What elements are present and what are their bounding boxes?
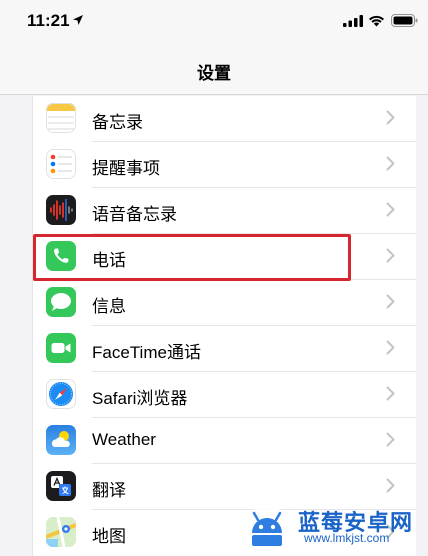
settings-row-facetime[interactable]: FaceTime通话 [33,326,416,372]
settings-row-messages[interactable]: 信息 [33,280,416,326]
status-time: 11:21 [27,11,70,30]
settings-row-label: 备忘录 [92,113,143,132]
highlight-annotation-box [33,234,351,281]
settings-row-label: 提醒事项 [92,159,160,178]
settings-list: 备忘录 提醒事项 语音备忘录 电话 信息 FaceTime通话 Safari浏览… [32,96,416,556]
chevron-right-icon [386,294,395,309]
translate-icon [46,471,76,501]
cellular-signal-icon [343,15,363,27]
settings-row-label: 语音备忘录 [92,205,177,224]
status-bar: 11:21 [0,0,428,44]
chevron-right-icon [386,248,395,263]
wifi-icon [369,15,384,27]
battery-icon [391,14,418,27]
maps-icon [46,517,76,547]
settings-row-voice-memos[interactable]: 语音备忘录 [33,188,416,234]
android-robot-logo-icon [245,505,289,549]
voice-memos-icon [46,195,76,225]
location-arrow-icon [73,15,83,25]
watermark: 蓝莓安卓网 www.lmkjst.com [238,498,428,552]
settings-row-label: 翻译 [92,481,126,500]
facetime-icon [46,333,76,363]
settings-row-label: 地图 [92,527,126,546]
chevron-right-icon [386,432,395,447]
navigation-bar: 设置 [0,44,428,95]
chevron-right-icon [386,110,395,125]
settings-row-label: FaceTime通话 [92,343,201,362]
settings-row-label: Weather [92,430,156,449]
chevron-right-icon [386,340,395,355]
chevron-right-icon [386,202,395,217]
chevron-right-icon [386,156,395,171]
weather-icon [46,425,76,455]
settings-row-reminders[interactable]: 提醒事项 [33,142,416,188]
settings-row-notes[interactable]: 备忘录 [33,96,416,142]
reminders-icon [46,149,76,179]
page-title: 设置 [197,64,231,83]
chevron-right-icon [386,478,395,493]
settings-row-label: 信息 [92,297,126,316]
watermark-url: www.lmkjst.com [304,531,390,545]
notes-icon [46,103,76,133]
settings-row-label: Safari浏览器 [92,389,188,408]
settings-row-safari[interactable]: Safari浏览器 [33,372,416,418]
messages-icon [46,287,76,317]
chevron-right-icon [386,386,395,401]
settings-row-weather[interactable]: Weather [33,418,416,464]
safari-icon [46,379,76,409]
